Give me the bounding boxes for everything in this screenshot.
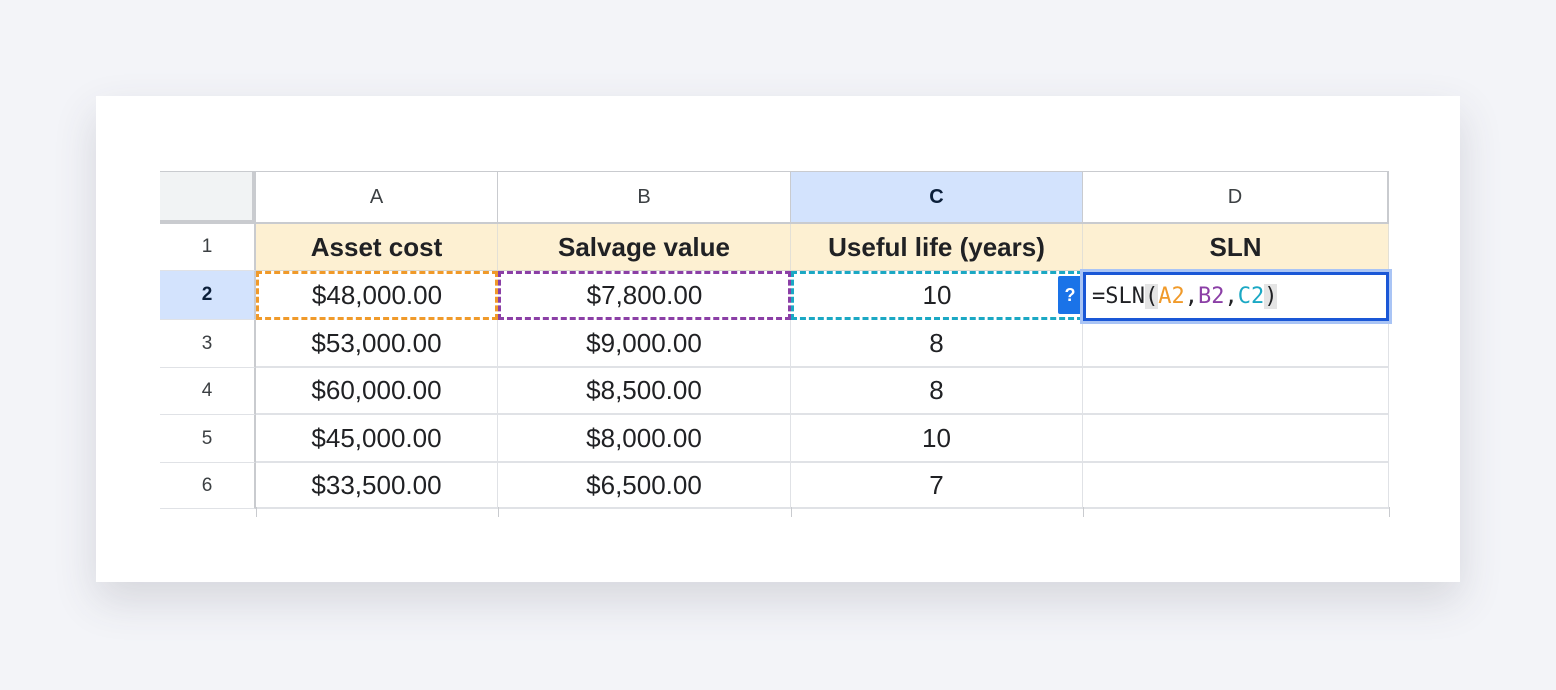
grid-tick [498, 507, 499, 517]
spreadsheet-grid: A B C D 1 2 3 4 5 6 Asset cost Salvage v… [160, 171, 1396, 517]
row-header-4[interactable]: 4 [160, 368, 256, 415]
cell-c5[interactable]: 10 [791, 415, 1083, 463]
formula-ref-a2: A2 [1158, 284, 1185, 309]
formula-comma: , [1184, 284, 1198, 309]
formula-help-button[interactable]: ? [1058, 276, 1082, 314]
formula-ref-c2: C2 [1237, 284, 1265, 309]
cell-d2-formula-editor[interactable]: =SLN(A2, B2, C2) [1083, 272, 1389, 321]
cell-c3[interactable]: 8 [791, 320, 1083, 368]
column-header-a[interactable]: A [256, 171, 498, 224]
cell-d3[interactable] [1083, 320, 1389, 368]
row-header-6[interactable]: 6 [160, 463, 256, 509]
grid-tick [1083, 507, 1084, 517]
column-header-b[interactable]: B [498, 171, 791, 224]
formula-function: =SLN [1092, 284, 1145, 309]
grid-tick [256, 507, 257, 517]
row-header-5[interactable]: 5 [160, 415, 256, 463]
cell-b1[interactable]: Salvage value [498, 224, 791, 271]
column-header-d[interactable]: D [1083, 171, 1389, 224]
cell-d6[interactable] [1083, 463, 1389, 509]
formula-open-paren: ( [1144, 284, 1159, 309]
row-header-1[interactable]: 1 [160, 224, 256, 271]
select-all-corner[interactable] [160, 171, 256, 224]
grid-tick [791, 507, 792, 517]
cell-a1[interactable]: Asset cost [256, 224, 498, 271]
cell-a4[interactable]: $60,000.00 [256, 368, 498, 415]
column-header-c[interactable]: C [791, 171, 1083, 224]
cell-b6[interactable]: $6,500.00 [498, 463, 791, 509]
cell-a2[interactable]: $48,000.00 [256, 271, 498, 320]
cell-a3[interactable]: $53,000.00 [256, 320, 498, 368]
cell-c6[interactable]: 7 [791, 463, 1083, 509]
row-header-3[interactable]: 3 [160, 320, 256, 368]
cell-d1[interactable]: SLN [1083, 224, 1389, 271]
cell-d5[interactable] [1083, 415, 1389, 463]
formula-comma: , [1224, 284, 1238, 309]
cell-d4[interactable] [1083, 368, 1389, 415]
cell-c1[interactable]: Useful life (years) [791, 224, 1083, 271]
cell-c4[interactable]: 8 [791, 368, 1083, 415]
cell-a5[interactable]: $45,000.00 [256, 415, 498, 463]
cell-b4[interactable]: $8,500.00 [498, 368, 791, 415]
cell-c2[interactable]: 10 [791, 271, 1083, 320]
cell-a6[interactable]: $33,500.00 [256, 463, 498, 509]
formula-close-paren: ) [1264, 284, 1278, 309]
cell-b2[interactable]: $7,800.00 [498, 271, 791, 320]
cell-b5[interactable]: $8,000.00 [498, 415, 791, 463]
formula-ref-b2: B2 [1197, 284, 1225, 309]
cell-b3[interactable]: $9,000.00 [498, 320, 791, 368]
grid-tick [1389, 507, 1390, 517]
row-header-2[interactable]: 2 [160, 271, 256, 320]
